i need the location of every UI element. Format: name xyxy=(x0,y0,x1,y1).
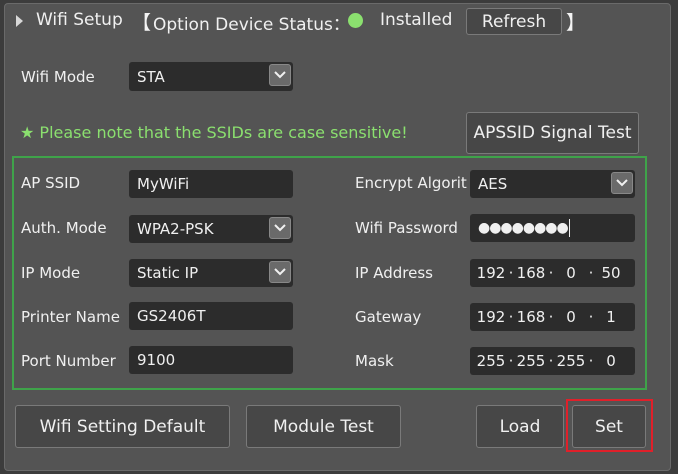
ip-separator: · xyxy=(508,264,514,282)
gateway-input[interactable]: 192 · 168 · 0 · 1 xyxy=(470,303,635,331)
wifi-mode-label: Wifi Mode xyxy=(21,68,95,86)
device-status-value: Installed xyxy=(380,10,453,30)
ip-mode-value: Static IP xyxy=(137,264,199,282)
wifi-password-label: Wifi Password xyxy=(355,219,458,237)
printer-name-label: Printer Name xyxy=(21,308,120,326)
ip-octet[interactable]: 168 xyxy=(516,264,546,282)
ip-separator: · xyxy=(508,308,514,326)
bracket-open: 【 xyxy=(132,12,152,34)
ip-separator: · xyxy=(548,308,554,326)
ip-octet[interactable]: 192 xyxy=(476,308,506,326)
bracket-close: 】 xyxy=(566,12,586,34)
encrypt-algorithm-label: Encrypt Algorit xyxy=(355,174,467,192)
ip-separator: · xyxy=(548,264,554,282)
ip-octet[interactable]: 255 xyxy=(516,352,546,370)
printer-name-input[interactable]: GS2406T xyxy=(129,302,293,330)
ip-mode-label: IP Mode xyxy=(21,264,81,282)
ap-ssid-value: MyWiFi xyxy=(137,175,190,193)
ip-separator: · xyxy=(588,264,594,282)
ip-octet[interactable]: 0 xyxy=(556,264,586,282)
collapse-triangle-icon[interactable] xyxy=(16,15,23,27)
printer-name-value: GS2406T xyxy=(137,307,206,325)
port-number-value: 9100 xyxy=(137,351,176,369)
gateway-label: Gateway xyxy=(355,308,422,326)
ip-separator: · xyxy=(588,308,594,326)
encrypt-algorithm-value: AES xyxy=(478,175,508,193)
chevron-down-icon[interactable] xyxy=(269,261,291,283)
set-button-highlight xyxy=(566,399,653,452)
ip-octet[interactable]: 255 xyxy=(476,352,506,370)
chevron-down-icon[interactable] xyxy=(269,217,291,239)
auth-mode-label: Auth. Mode xyxy=(21,219,107,237)
wifi-mode-value: STA xyxy=(137,67,165,86)
auth-mode-value: WPA2-PSK xyxy=(137,220,214,238)
ip-address-input[interactable]: 192 · 168 · 0 · 50 xyxy=(470,259,635,287)
wifi-password-input[interactable]: ●●●●●●●● xyxy=(470,214,635,242)
ip-separator: · xyxy=(548,352,554,370)
ap-ssid-label: AP SSID xyxy=(21,174,81,192)
ip-octet[interactable]: 0 xyxy=(596,352,626,370)
module-test-button[interactable]: Module Test xyxy=(246,405,401,448)
wifi-mode-select[interactable]: STA xyxy=(129,62,293,91)
status-indicator-icon xyxy=(348,13,363,28)
ip-mode-select[interactable]: Static IP xyxy=(129,259,293,287)
ip-separator: · xyxy=(588,352,594,370)
refresh-button[interactable]: Refresh xyxy=(466,8,562,35)
load-button[interactable]: Load xyxy=(476,405,564,448)
ip-octet[interactable]: 0 xyxy=(556,308,586,326)
wifi-setting-default-button[interactable]: Wifi Setting Default xyxy=(15,405,230,448)
ap-ssid-input[interactable]: MyWiFi xyxy=(129,170,293,198)
device-status-label: Option Device Status： xyxy=(153,15,350,35)
port-number-input[interactable]: 9100 xyxy=(129,346,293,374)
section-title: Wifi Setup xyxy=(36,10,123,30)
ip-octet[interactable]: 1 xyxy=(596,308,626,326)
apssid-signal-test-button[interactable]: APSSID Signal Test xyxy=(466,112,639,154)
ip-octet[interactable]: 192 xyxy=(476,264,506,282)
mask-input[interactable]: 255 · 255 · 255 · 0 xyxy=(470,347,635,375)
auth-mode-select[interactable]: WPA2-PSK xyxy=(129,215,293,243)
ip-separator: · xyxy=(508,352,514,370)
case-sensitive-note: ★ Please note that the SSIDs are case se… xyxy=(20,123,408,142)
ip-address-label: IP Address xyxy=(355,264,433,282)
wifi-password-value: ●●●●●●●● xyxy=(478,220,569,236)
ip-octet[interactable]: 168 xyxy=(516,308,546,326)
ip-octet[interactable]: 255 xyxy=(556,352,586,370)
text-caret xyxy=(568,219,570,237)
ip-octet[interactable]: 50 xyxy=(596,264,626,282)
encrypt-algorithm-select[interactable]: AES xyxy=(470,170,635,198)
mask-label: Mask xyxy=(355,352,394,370)
port-number-label: Port Number xyxy=(21,352,116,370)
chevron-down-icon[interactable] xyxy=(269,64,291,86)
chevron-down-icon[interactable] xyxy=(611,172,633,194)
